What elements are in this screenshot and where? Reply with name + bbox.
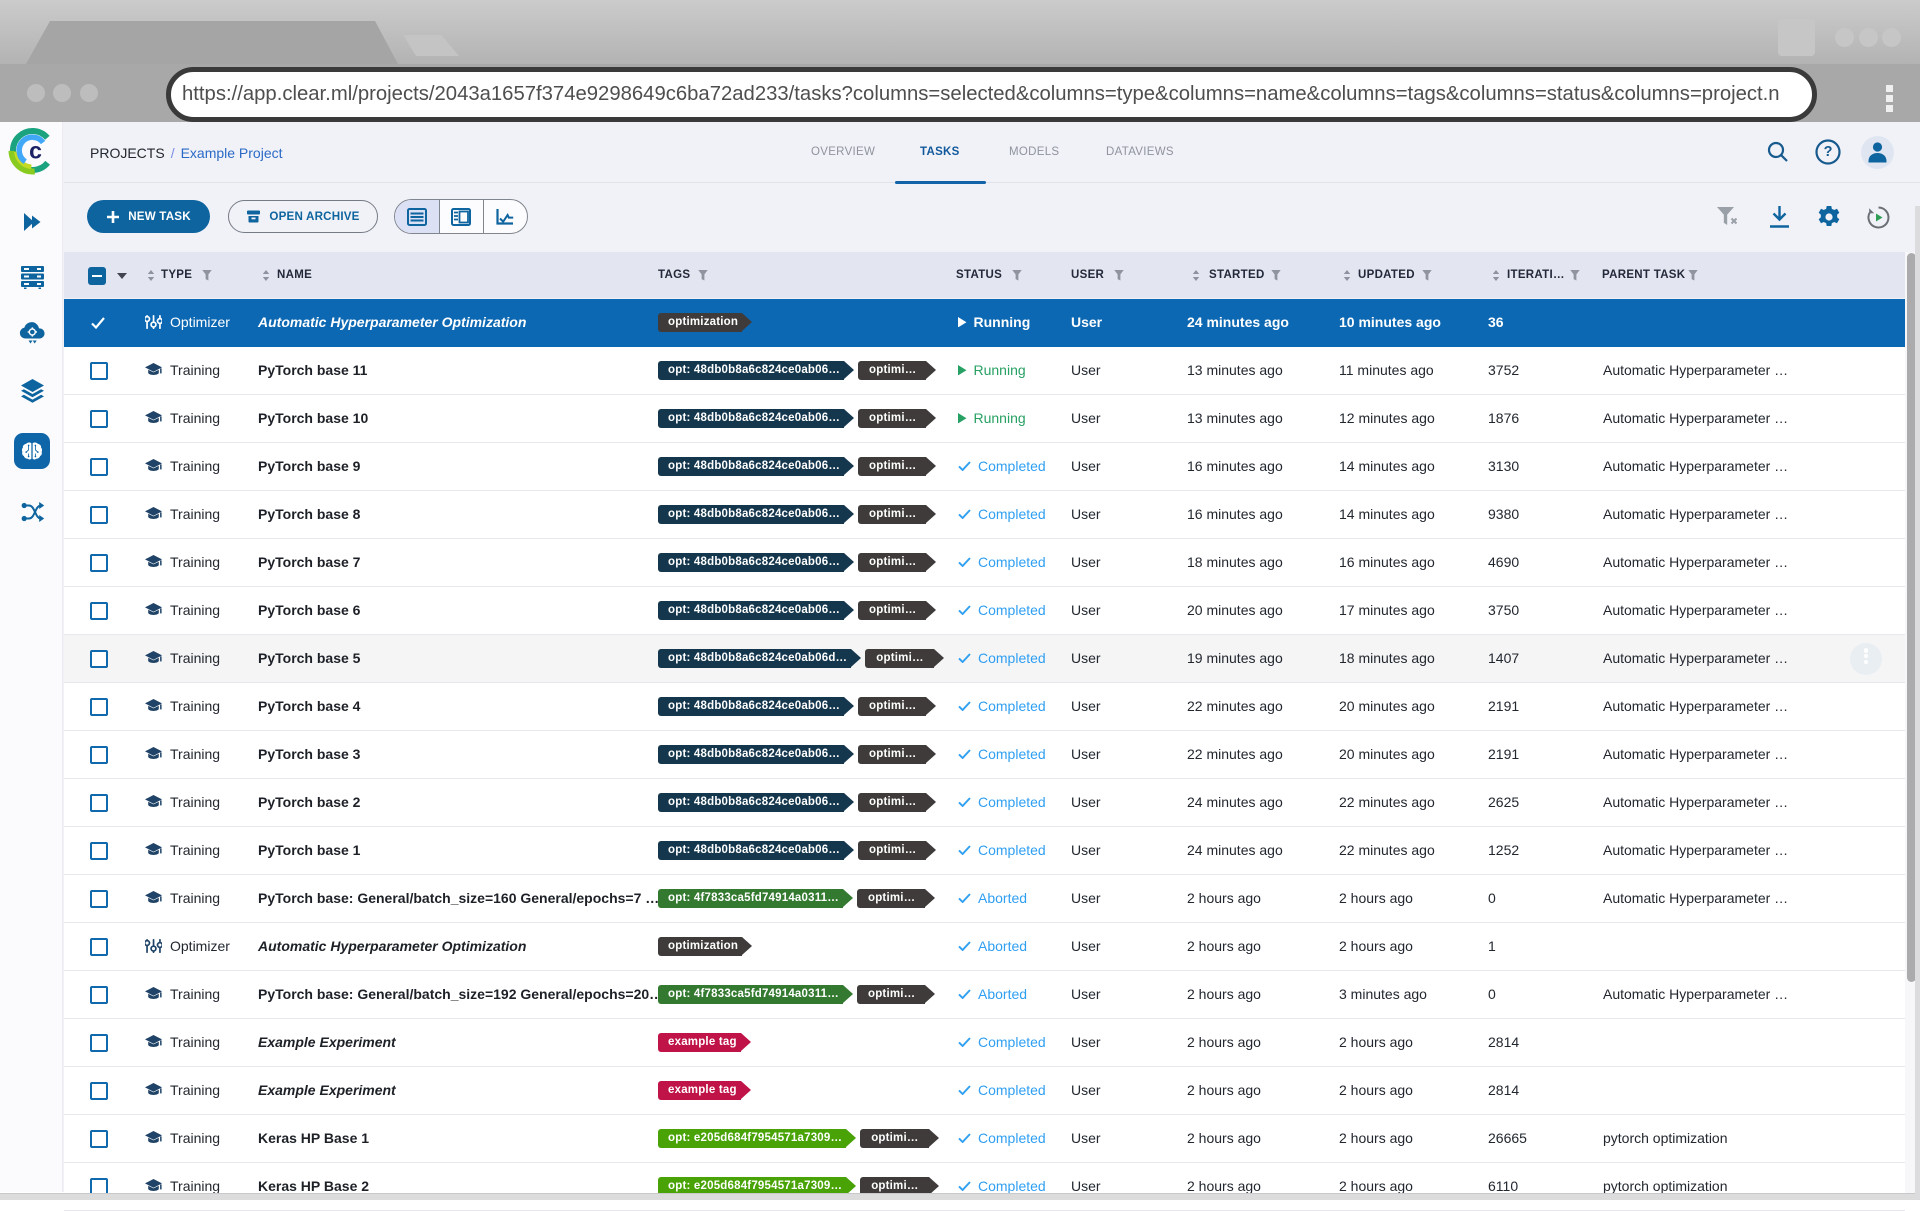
svg-text:c: c [29,138,42,164]
